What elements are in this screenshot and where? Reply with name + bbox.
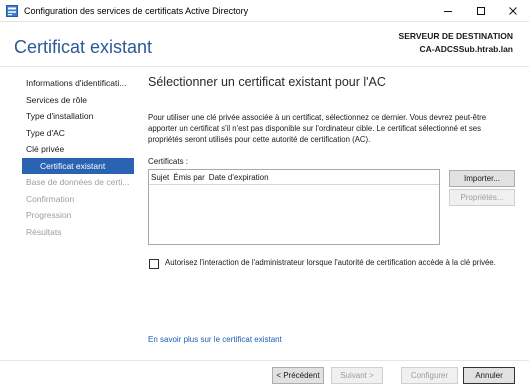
nav-item-credentials[interactable]: Informations d'identificati... — [22, 75, 134, 92]
maximize-button[interactable] — [466, 0, 496, 22]
configure-button[interactable]: Configurer — [401, 367, 458, 384]
header-divider — [0, 66, 529, 67]
learn-more-link[interactable]: En savoir plus sur le certificat existan… — [148, 335, 282, 344]
column-header-issued-by[interactable]: Émis par — [173, 170, 209, 184]
import-button[interactable]: Importer... — [449, 170, 515, 187]
server-manager-icon — [6, 5, 18, 17]
destination-server-label: SERVEUR DE DESTINATION — [398, 31, 513, 41]
destination-server-name: CA-ADCSSub.htrab.lan — [419, 44, 514, 54]
nav-item-private-key[interactable]: Clé privée — [22, 141, 134, 158]
nav-item-results: Résultats — [26, 226, 62, 237]
section-heading: Sélectionner un certificat existant pour… — [148, 75, 386, 89]
close-button[interactable] — [498, 0, 528, 22]
page-title: Certificat existant — [14, 37, 153, 57]
nav-item-role-services[interactable]: Services de rôle — [22, 92, 134, 109]
previous-button[interactable]: < Précédent — [272, 367, 324, 384]
window-title: Configuration des services de certificat… — [24, 6, 249, 16]
minimize-button[interactable] — [433, 0, 463, 22]
maximize-icon — [477, 7, 485, 15]
allow-admin-interaction-label[interactable]: Autorisez l'interaction de l'administrat… — [165, 257, 510, 268]
nav-item-confirmation: Confirmation — [26, 193, 75, 204]
window-titlebar: Configuration des services de certificat… — [0, 0, 529, 22]
wizard-steps-nav: Informations d'identificati... Services … — [22, 75, 134, 240]
cancel-button[interactable]: Annuler — [463, 367, 515, 384]
next-button[interactable]: Suivant > — [331, 367, 383, 384]
nav-item-progress: Progression — [26, 210, 72, 220]
allow-admin-interaction-checkbox[interactable] — [149, 259, 159, 269]
content-pane: Sélectionner un certificat existant pour… — [148, 75, 516, 89]
footer-divider — [0, 360, 529, 361]
certificates-list-header: Sujet Émis par Date d'expiration — [149, 170, 439, 185]
nav-item-setup-type[interactable]: Type d'installation — [22, 108, 134, 125]
certificates-list[interactable]: Sujet Émis par Date d'expiration — [148, 169, 440, 245]
section-description: Pour utiliser une clé privée associée à … — [148, 113, 487, 144]
nav-item-ca-type[interactable]: Type d'AC — [22, 125, 134, 142]
certificates-label: Certificats : — [148, 157, 189, 166]
column-header-expiration-date[interactable]: Date d'expiration — [209, 170, 273, 184]
nav-item-certificate-database: Base de données de certi... — [26, 177, 130, 187]
column-header-subject[interactable]: Sujet — [151, 170, 173, 184]
properties-button[interactable]: Propriétés... — [449, 189, 515, 206]
nav-item-existing-certificate[interactable]: Certificat existant — [22, 157, 134, 174]
minimize-icon — [444, 11, 452, 12]
close-icon — [509, 7, 517, 15]
